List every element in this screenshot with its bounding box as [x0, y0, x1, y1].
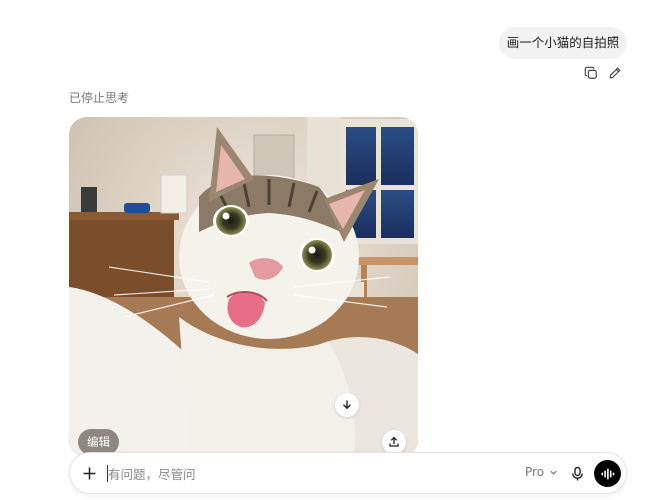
mic-icon[interactable] — [570, 466, 585, 482]
download-icon — [343, 400, 351, 410]
chevron-down-icon — [550, 470, 557, 475]
chat-page: 画一个小猫的自拍照 已停止思考 编辑 有问题，尽管问 Pro — [0, 0, 656, 500]
share-button[interactable] — [382, 430, 406, 454]
pencil-icon[interactable] — [608, 66, 622, 80]
generated-image[interactable]: 编辑 — [69, 117, 418, 457]
voice-mode-button[interactable] — [594, 460, 621, 487]
model-selector[interactable]: Pro — [525, 465, 558, 479]
message-actions — [584, 66, 622, 80]
cat-selfie-image — [69, 117, 418, 457]
copy-icon[interactable] — [584, 66, 598, 80]
thinking-status: 已停止思考 — [69, 91, 130, 105]
plus-icon[interactable] — [82, 466, 97, 481]
voice-waveform-icon — [601, 468, 614, 479]
message-composer: Pro — [69, 452, 627, 494]
user-message-bubble: 画一个小猫的自拍照 — [499, 27, 627, 59]
share-icon — [389, 436, 399, 447]
model-selector-label: Pro — [525, 465, 545, 479]
message-input[interactable] — [108, 463, 508, 485]
download-button[interactable] — [335, 393, 359, 417]
